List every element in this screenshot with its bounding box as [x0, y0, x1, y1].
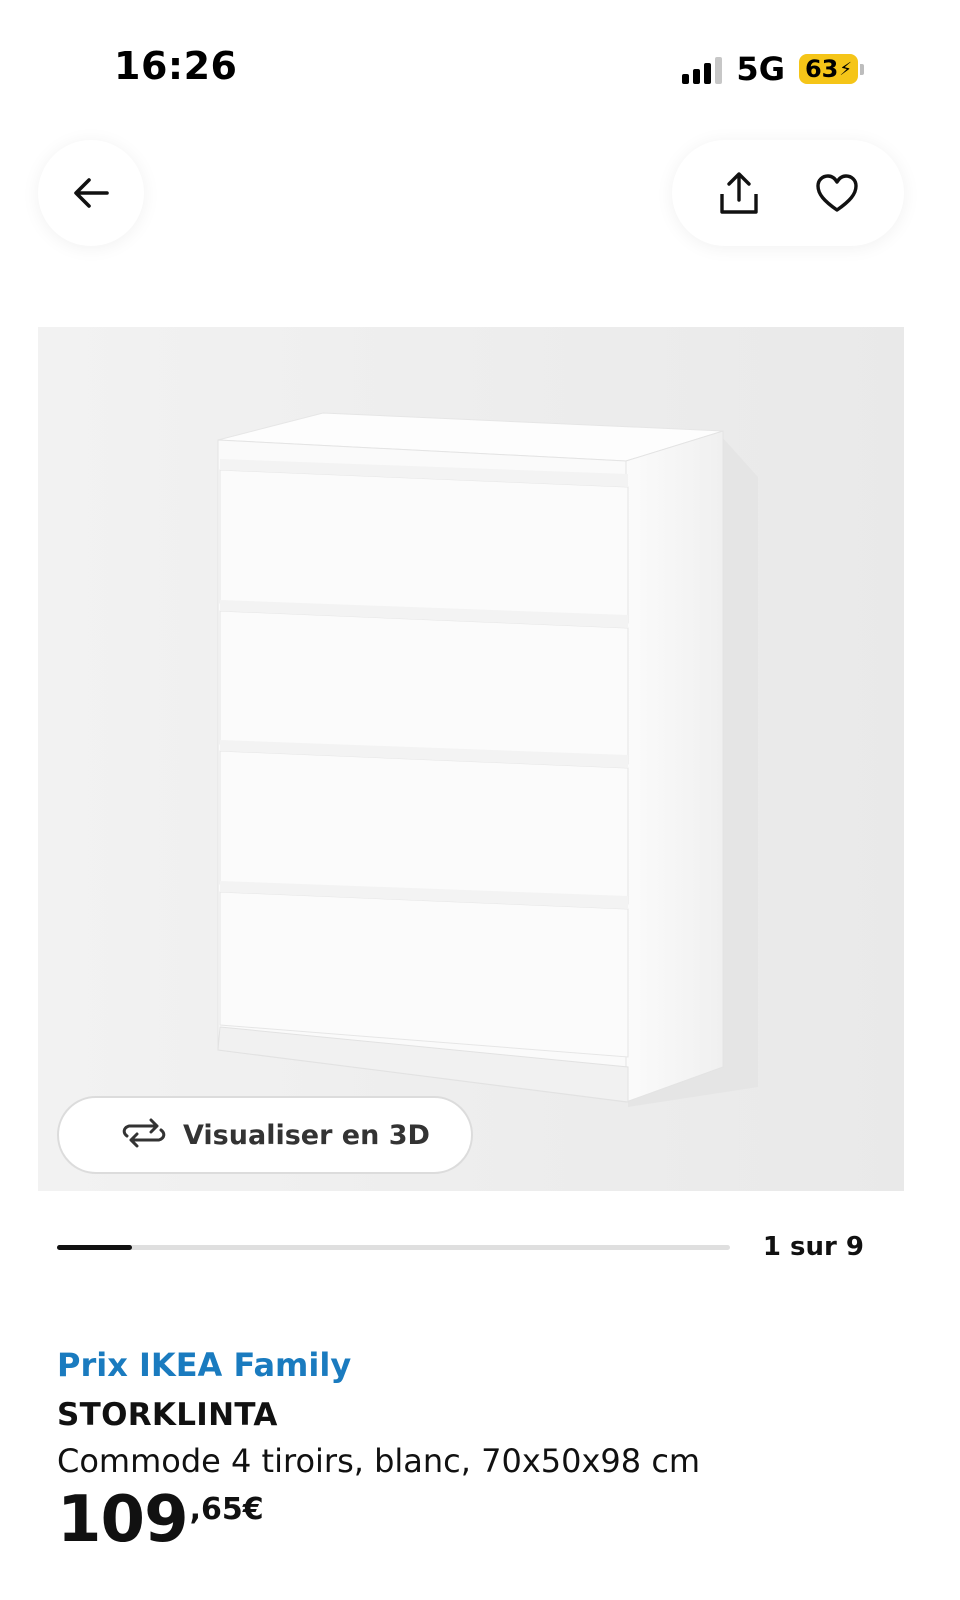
- share-button[interactable]: [711, 165, 767, 221]
- product-description: Commode 4 tiroirs, blanc, 70x50x98 cm: [57, 1442, 701, 1480]
- arrow-left-icon: [63, 165, 119, 221]
- product-image[interactable]: Visualiser en 3D: [38, 327, 904, 1191]
- product-name: STORKLINTA: [57, 1397, 278, 1433]
- gallery-counter: 1 sur 9: [762, 1232, 864, 1262]
- product-price: 109 ,65€: [57, 1488, 264, 1552]
- status-indicators: 5G 63 ⚡: [682, 50, 864, 88]
- dresser-photo: [38, 327, 904, 1191]
- battery-level: 63: [804, 55, 839, 83]
- status-time: 16:26: [114, 44, 238, 88]
- heart-icon: [816, 174, 858, 212]
- status-bar: 16:26 5G 63 ⚡: [0, 0, 960, 120]
- gallery-progress-fill: [57, 1245, 132, 1250]
- price-decimal: ,65€: [189, 1492, 264, 1527]
- battery-icon: 63 ⚡: [798, 54, 864, 84]
- network-type: 5G: [736, 50, 785, 88]
- share-icon: [720, 172, 758, 214]
- view-3d-button[interactable]: Visualiser en 3D: [57, 1096, 473, 1174]
- gallery-progress-bar[interactable]: [57, 1245, 730, 1250]
- header-actions: [672, 140, 904, 246]
- back-button[interactable]: [38, 140, 144, 246]
- favorite-button[interactable]: [809, 165, 865, 221]
- price-integer: 109: [57, 1483, 189, 1557]
- rotate-3d-icon: [119, 1118, 169, 1152]
- view-3d-label: Visualiser en 3D: [183, 1119, 430, 1151]
- signal-strength-icon: [682, 54, 723, 84]
- family-price-label[interactable]: Prix IKEA Family: [57, 1346, 351, 1384]
- charging-icon: ⚡: [839, 58, 852, 80]
